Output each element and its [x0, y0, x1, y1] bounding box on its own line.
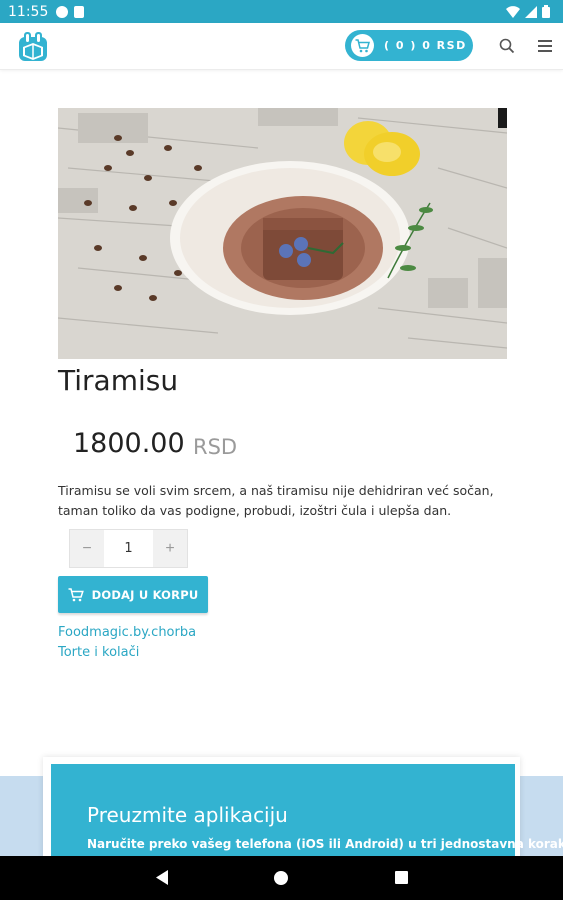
price-currency: RSD	[193, 435, 238, 459]
sd-card-icon	[74, 5, 85, 18]
cart-button[interactable]: ( 0 ) 0 RSD	[345, 30, 473, 61]
cart-icon	[68, 587, 84, 601]
system-nav-bar	[0, 856, 563, 900]
notification-icon	[56, 5, 69, 18]
cart-summary: ( 0 ) 0 RSD	[384, 39, 467, 52]
category-link[interactable]: Torte i kolači	[58, 645, 139, 660]
add-to-cart-button[interactable]: DODAJ U KORPU	[58, 576, 208, 613]
signal-icon	[525, 5, 537, 18]
app-header: ( 0 ) 0 RSD	[0, 23, 563, 70]
recent-apps-icon[interactable]	[395, 871, 408, 884]
product-price: 1800.00	[73, 428, 185, 459]
product-description: Tiramisu se voli svim srcem, a naš tiram…	[58, 483, 494, 518]
quantity-stepper: − 1 +	[69, 529, 188, 568]
back-icon[interactable]	[156, 870, 169, 885]
product-title: Tiramisu	[58, 364, 179, 397]
quantity-increase-button[interactable]: +	[153, 530, 187, 567]
product-image	[58, 108, 507, 359]
status-time: 11:55	[8, 3, 49, 20]
logo-icon[interactable]	[15, 29, 51, 65]
home-icon[interactable]	[274, 871, 288, 885]
status-bar: 11:55	[0, 0, 563, 23]
battery-icon	[542, 5, 550, 18]
app-promo-subtitle: Naručite preko vašeg telefona (iOS ili A…	[87, 837, 563, 851]
quantity-input[interactable]: 1	[104, 530, 153, 567]
cart-icon	[351, 34, 374, 57]
wifi-icon	[506, 5, 520, 18]
quantity-decrease-button[interactable]: −	[70, 530, 104, 567]
add-to-cart-label: DODAJ U KORPU	[91, 587, 199, 602]
menu-icon[interactable]	[537, 38, 553, 54]
app-promo-title: Preuzmite aplikaciju	[87, 803, 288, 827]
vendor-link[interactable]: Foodmagic.by.chorba	[58, 625, 196, 640]
search-icon[interactable]	[498, 37, 516, 55]
